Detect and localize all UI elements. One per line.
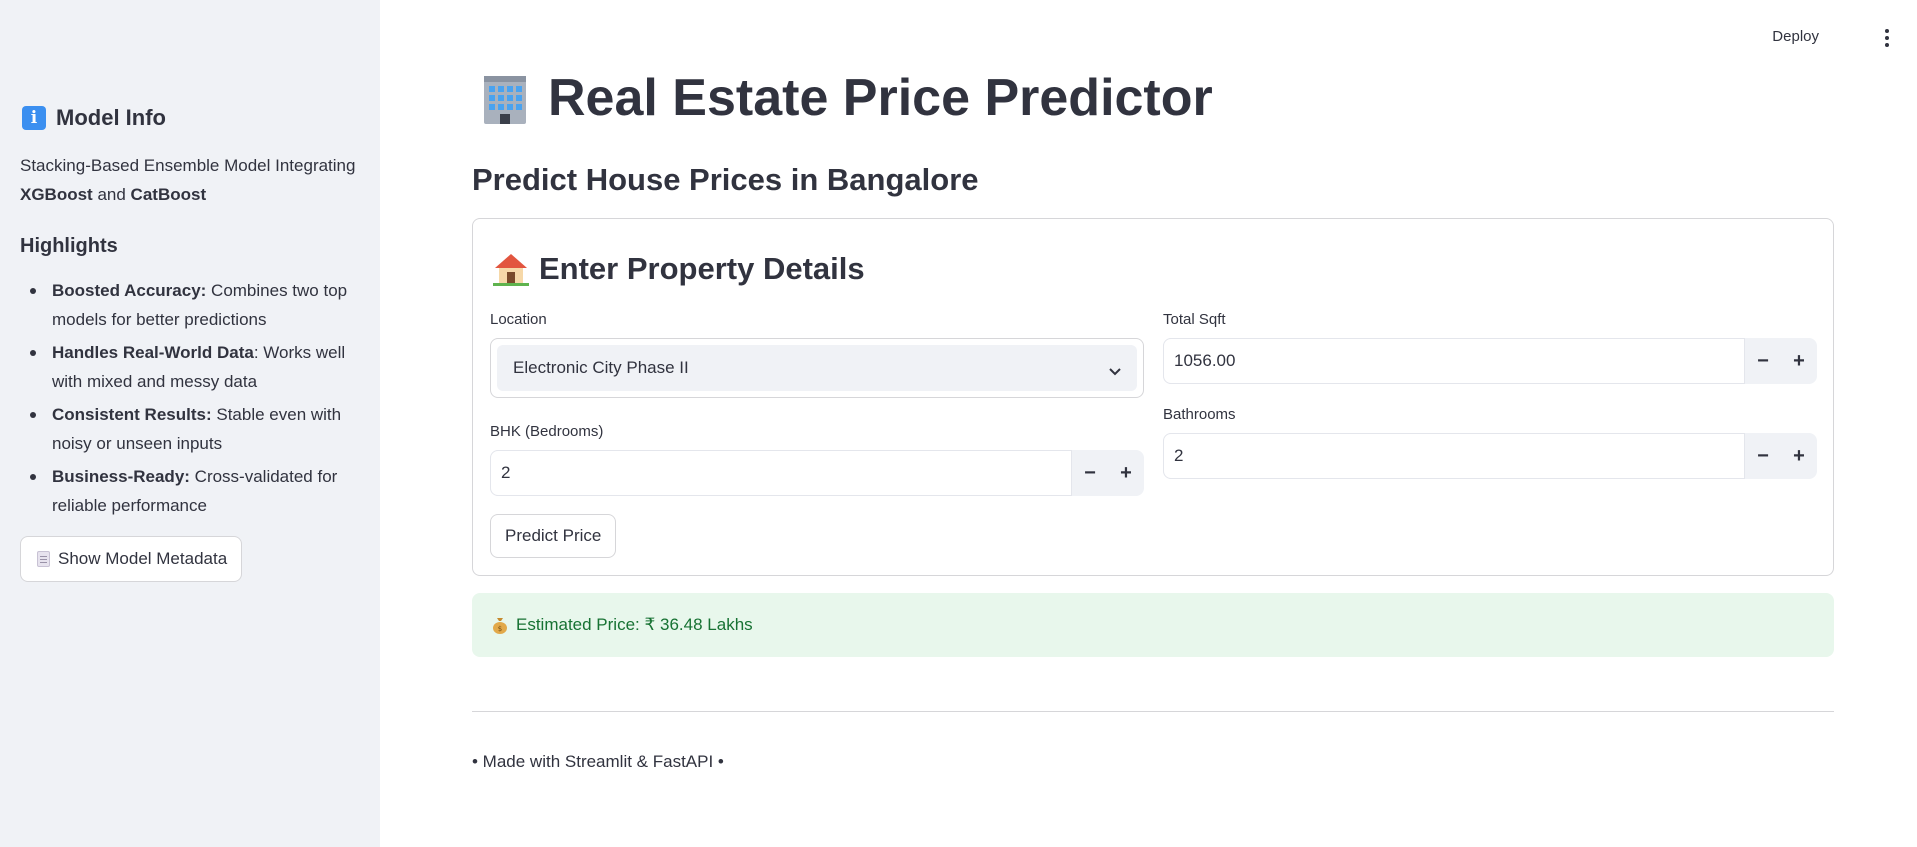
show-model-metadata-label: Show Model Metadata	[58, 549, 228, 568]
bhk-increment-button[interactable]: +	[1108, 450, 1144, 496]
desc-and: and	[92, 185, 131, 204]
total-sqft-input[interactable]: 1056.00	[1163, 338, 1745, 384]
page-title-text: Real Estate Price Predictor	[548, 69, 1213, 127]
highlight-item: Boosted Accuracy: Combines two top model…	[20, 276, 360, 334]
estimated-price-text: Estimated Price: ₹ 36.48 Lakhs	[516, 615, 753, 634]
predict-price-button[interactable]: Predict Price	[490, 514, 617, 558]
bathrooms-input[interactable]: 2	[1163, 433, 1745, 479]
desc-model-xgboost: XGBoost	[20, 185, 93, 204]
bathrooms-label: Bathrooms	[1163, 406, 1236, 423]
money-bag-icon: $	[492, 616, 508, 634]
total-sqft-label: Total Sqft	[1163, 311, 1226, 328]
bathrooms-increment-button[interactable]: +	[1781, 433, 1817, 479]
office-building-icon	[480, 72, 530, 124]
total-sqft-stepper: 1056.00 − +	[1163, 338, 1817, 384]
estimated-price-alert: $ Estimated Price: ₹ 36.48 Lakhs	[472, 593, 1834, 657]
house-icon	[493, 252, 529, 286]
location-select[interactable]: Electronic City Phase II	[497, 345, 1137, 391]
kebab-menu-icon[interactable]	[1879, 28, 1895, 48]
highlight-item: Business-Ready: Cross-validated for reli…	[20, 462, 360, 520]
deploy-button[interactable]: Deploy	[1772, 28, 1819, 45]
bhk-label: BHK (Bedrooms)	[490, 423, 604, 440]
highlight-bold: Handles Real-World Data	[52, 343, 254, 362]
page-subtitle: Predict House Prices in Bangalore	[472, 162, 979, 197]
bhk-input[interactable]: 2	[490, 450, 1072, 496]
highlights-list: Boosted Accuracy: Combines two top model…	[20, 276, 360, 520]
bathrooms-decrement-button[interactable]: −	[1745, 433, 1781, 479]
location-select-wrapper: Electronic City Phase II	[490, 338, 1144, 398]
info-icon: i	[22, 106, 46, 130]
chevron-down-icon	[1109, 362, 1121, 376]
highlights-heading: Highlights	[20, 235, 118, 257]
bathrooms-stepper: 2 − +	[1163, 433, 1817, 479]
highlight-bold: Consistent Results:	[52, 405, 212, 424]
location-label: Location	[490, 311, 547, 328]
highlight-bold: Boosted Accuracy:	[52, 281, 207, 300]
footer-text: • Made with Streamlit & FastAPI •	[472, 752, 724, 771]
total-sqft-decrement-button[interactable]: −	[1745, 338, 1781, 384]
sidebar-title-text: Model Info	[56, 105, 166, 130]
page-title: Real Estate Price Predictor	[480, 68, 1213, 128]
show-model-metadata-button[interactable]: Show Model Metadata	[20, 536, 243, 582]
svg-text:$: $	[498, 625, 502, 633]
bhk-decrement-button[interactable]: −	[1072, 450, 1108, 496]
bhk-stepper: 2 − +	[490, 450, 1144, 496]
location-value: Electronic City Phase II	[513, 358, 689, 377]
divider	[472, 711, 1834, 712]
desc-model-catboost: CatBoost	[130, 185, 207, 204]
document-icon	[37, 551, 50, 567]
highlight-item: Consistent Results: Stable even with noi…	[20, 400, 360, 458]
highlight-bold: Business-Ready:	[52, 467, 190, 486]
sidebar: i Model Info Stacking-Based Ensemble Mod…	[0, 0, 380, 847]
form-title: Enter Property Details	[493, 251, 865, 287]
total-sqft-increment-button[interactable]: +	[1781, 338, 1817, 384]
highlight-item: Handles Real-World Data: Works well with…	[20, 338, 360, 396]
model-description: Stacking-Based Ensemble Model Integratin…	[20, 151, 360, 209]
property-form: Enter Property Details Location Electron…	[472, 218, 1834, 576]
form-title-text: Enter Property Details	[539, 251, 865, 286]
sidebar-title: i Model Info	[22, 105, 360, 131]
desc-prefix: Stacking-Based Ensemble Model Integratin…	[20, 156, 356, 175]
